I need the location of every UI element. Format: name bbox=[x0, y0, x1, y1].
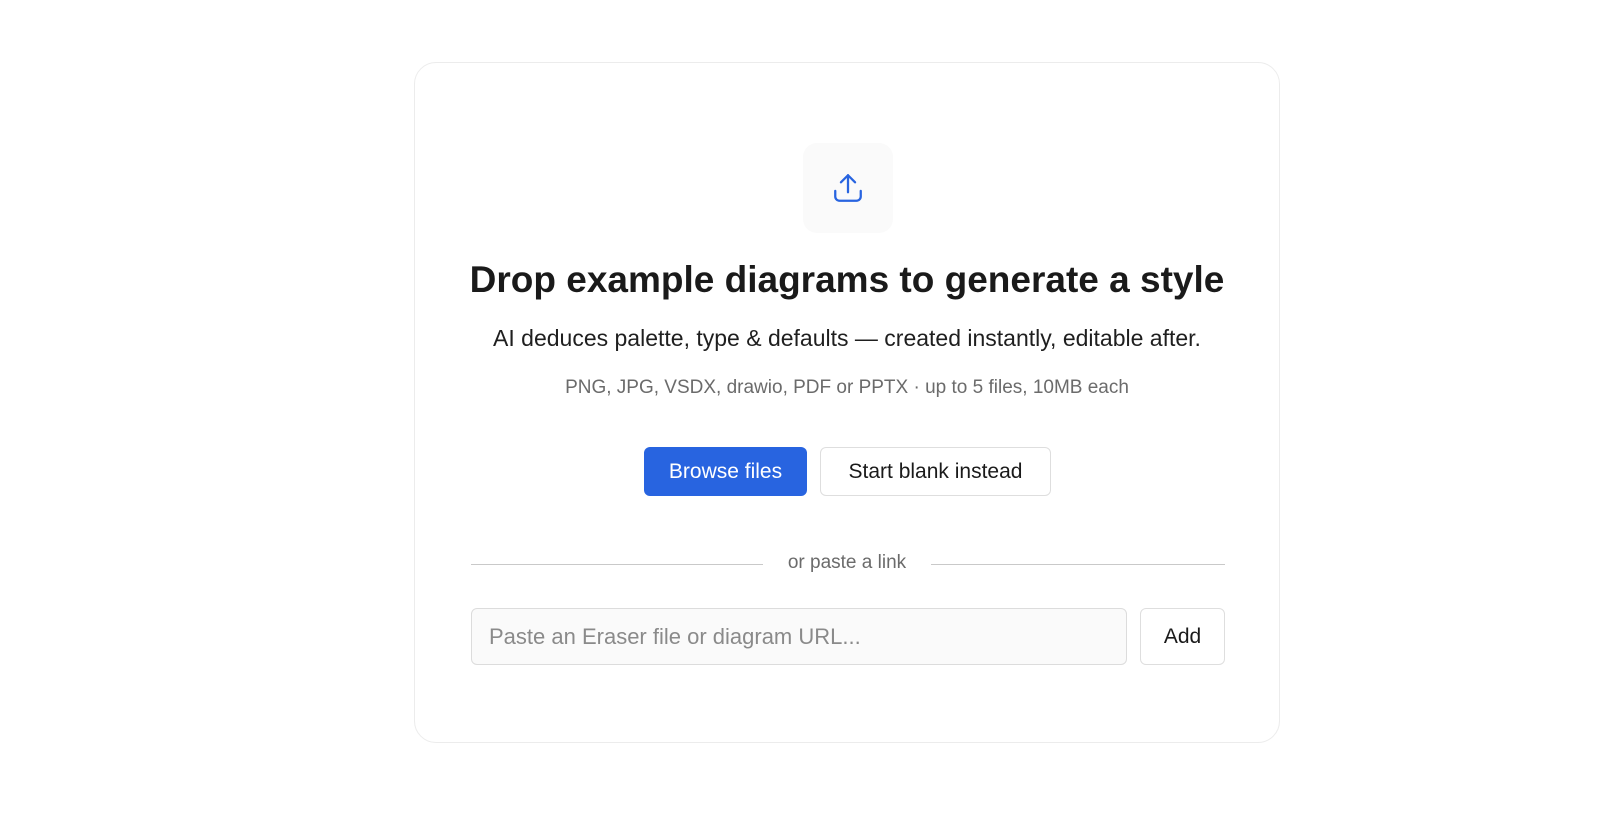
browse-files-button[interactable]: Browse files bbox=[644, 447, 807, 496]
upload-dropzone-card[interactable]: Drop example diagrams to generate a styl… bbox=[414, 62, 1280, 743]
divider-label: or paste a link bbox=[787, 552, 907, 573]
divider-line-left bbox=[471, 564, 763, 565]
add-link-button[interactable]: Add bbox=[1140, 608, 1225, 665]
upload-icon-tile bbox=[803, 143, 893, 233]
start-blank-button[interactable]: Start blank instead bbox=[820, 447, 1051, 496]
page-title: Drop example diagrams to generate a styl… bbox=[469, 259, 1225, 300]
supported-formats-note: PNG, JPG, VSDX, drawio, PDF or PPTX · up… bbox=[565, 377, 1129, 398]
upload-icon bbox=[834, 174, 862, 202]
diagram-url-input[interactable] bbox=[471, 608, 1127, 665]
divider-line-right bbox=[931, 564, 1225, 565]
page-subtitle: AI deduces palette, type & defaults — cr… bbox=[493, 325, 1201, 351]
